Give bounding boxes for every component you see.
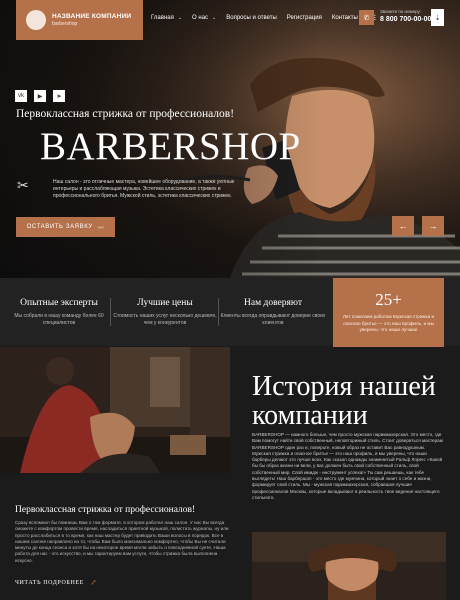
company-name: НАЗВАНИЕ КОМПАНИИ xyxy=(52,13,132,20)
section-subtitle: Первоклассная стрижка от профессионалов! xyxy=(15,505,196,515)
youtube-icon[interactable]: ▶ xyxy=(34,90,46,102)
company-sub: barbershop xyxy=(52,21,78,27)
section-text: Сразу вспомнил бы помнишь Вам о том форм… xyxy=(15,520,229,563)
nav-register[interactable]: Регистрация xyxy=(287,15,322,21)
years-badge: 25+ Лет помогаем работам Мужская стрижка… xyxy=(333,278,444,347)
nav-about-label: О нас xyxy=(192,15,209,21)
phone-number: 8 800 700-00-00 xyxy=(380,16,432,23)
hero-description: Наш салон - это отличные мастера, новейш… xyxy=(53,179,235,199)
hero-subtitle: Первоклассная стрижка от профессионалов! xyxy=(16,108,235,120)
logo[interactable]: НАЗВАНИЕ КОМПАНИИ barbershop xyxy=(16,0,143,40)
arrow-up-right-icon: ↗ xyxy=(89,578,98,587)
social-links: vk ▶ ➤ xyxy=(15,90,72,102)
years-text: Лет помогаем работам Мужская стрижка и о… xyxy=(342,314,435,332)
nav-contacts-label: Контакты xyxy=(331,15,358,21)
feature-item: Лучшие цены Стоимость наших услуг нескол… xyxy=(110,278,220,346)
feature-item: Нам доверяют Клиенты всегда оправдывают … xyxy=(218,278,328,346)
scissors-icon: ✂ xyxy=(17,177,29,193)
phone-label: Звоните по номеру: xyxy=(380,9,422,14)
nav-about[interactable]: О нас ⌄ xyxy=(192,15,216,21)
barbershop-interior-photo xyxy=(0,347,230,473)
nav-register-label: Регистрация xyxy=(286,15,322,21)
about-paragraph: Мужская стрижка и опасное бритье — это н… xyxy=(252,450,443,500)
about-text: BARBERSHOP — намного больше, чем просто … xyxy=(252,432,446,501)
about-title-line1: История нашей xyxy=(252,371,436,402)
feature-text: Клиенты всегда оправдывают доверие своих… xyxy=(220,313,326,326)
nav-contacts[interactable]: Контакты xyxy=(332,15,358,21)
feature-text: Мы собрали в нашу команду более 60 специ… xyxy=(14,313,104,326)
telegram-icon[interactable]: ➤ xyxy=(53,90,65,102)
request-button-label: ОСТАВИТЬ ЗАЯВКУ xyxy=(26,224,93,230)
nav-home[interactable]: Главная ⌄ xyxy=(151,15,182,21)
read-more-link[interactable]: ЧИТАТЬ ПОДРОБНЕЕ ↗ xyxy=(15,578,97,587)
about-title: История нашей компании xyxy=(252,372,436,430)
phone-block[interactable]: Звоните по номеру: 8 800 700-00-00 xyxy=(380,9,431,23)
feature-title: Опытные эксперты xyxy=(20,298,98,308)
nav-home-label: Главная xyxy=(151,15,174,21)
barber-client-photo xyxy=(252,532,446,600)
read-more-label: ЧИТАТЬ ПОДРОБНЕЕ xyxy=(15,579,84,586)
nav-faq-label: Вопросы и ответы xyxy=(226,15,277,21)
phone-icon[interactable]: ✆ xyxy=(359,10,374,25)
vk-icon[interactable]: vk xyxy=(15,90,27,102)
about-title-line2: компании xyxy=(252,400,368,431)
logo-text: НАЗВАНИЕ КОМПАНИИ barbershop xyxy=(52,13,131,27)
about-paragraph: BARBERSHOP — намного больше, чем просто … xyxy=(252,432,443,450)
feature-title: Лучшие цены xyxy=(137,298,193,308)
main-nav: Главная ⌄ О нас ⌄ Вопросы и ответы Регистр… xyxy=(151,14,386,22)
chevron-down-icon: ⌄ xyxy=(212,15,217,21)
logo-emblem-icon xyxy=(26,10,46,30)
mustache-icon: 〰 xyxy=(97,225,105,232)
feature-item: Опытные эксперты Мы собрали в нашу коман… xyxy=(4,278,114,346)
feature-text: Стоимость наших услуг несколько дешевле,… xyxy=(113,313,217,326)
chevron-down-icon: ⌄ xyxy=(177,15,183,21)
download-icon[interactable]: ⇣ xyxy=(431,9,444,26)
years-number: 25+ xyxy=(375,290,402,309)
nav-faq[interactable]: Вопросы и ответы xyxy=(226,15,277,21)
slider-prev-button[interactable]: ← xyxy=(392,216,414,236)
request-button[interactable]: ОСТАВИТЬ ЗАЯВКУ 〰 xyxy=(16,217,115,237)
slider-next-button[interactable]: → xyxy=(422,216,444,236)
top-bar: НАЗВАНИЕ КОМПАНИИ barbershop Главная ⌄ О … xyxy=(0,0,460,40)
feature-title: Нам доверяют xyxy=(244,298,302,308)
hero-title: BARBERSHOP xyxy=(40,125,301,168)
hero-section: НАЗВАНИЕ КОМПАНИИ barbershop Главная ⌄ О … xyxy=(0,0,460,278)
